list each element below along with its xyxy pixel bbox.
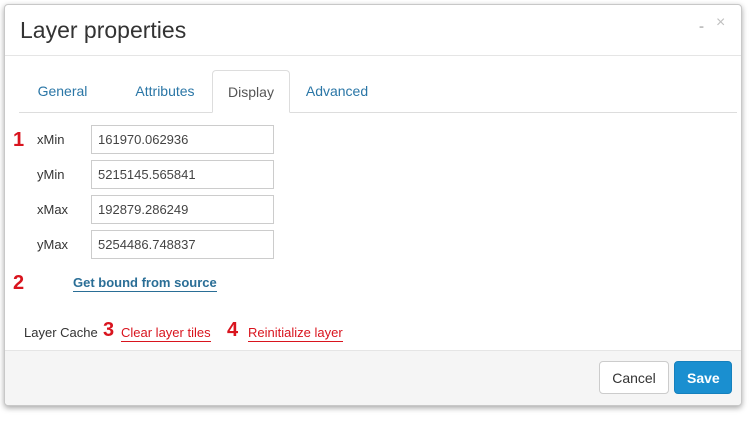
save-button[interactable]: Save bbox=[674, 361, 732, 394]
annotation-marker-4: 4 bbox=[227, 319, 239, 341]
ymax-label: yMax bbox=[37, 237, 69, 252]
ymin-input[interactable] bbox=[91, 160, 274, 189]
annotation-marker-1: 1 bbox=[13, 129, 25, 151]
dialog-header: Layer properties - × bbox=[5, 5, 741, 56]
xmin-label: xMin bbox=[37, 132, 65, 147]
layer-cache-label: Layer Cache bbox=[24, 325, 98, 340]
minimize-icon[interactable]: - bbox=[699, 19, 704, 35]
annotation-marker-2: 2 bbox=[13, 272, 25, 294]
tab-general[interactable]: General bbox=[19, 70, 106, 111]
cancel-button[interactable]: Cancel bbox=[599, 361, 669, 394]
xmax-label: xMax bbox=[37, 202, 69, 217]
tab-bar: General Attributes Display Advanced bbox=[19, 70, 737, 113]
xmin-input[interactable] bbox=[91, 125, 274, 154]
ymax-input[interactable] bbox=[91, 230, 274, 259]
tab-display[interactable]: Display bbox=[212, 70, 290, 113]
get-bound-from-source-link[interactable]: Get bound from source bbox=[73, 275, 217, 292]
clear-layer-tiles-link[interactable]: Clear layer tiles bbox=[121, 325, 211, 342]
layer-properties-dialog: Layer properties - × General Attributes … bbox=[4, 4, 742, 406]
reinitialize-layer-link[interactable]: Reinitialize layer bbox=[248, 325, 343, 342]
ymin-label: yMin bbox=[37, 167, 65, 182]
tab-advanced[interactable]: Advanced bbox=[292, 70, 382, 111]
xmax-input[interactable] bbox=[91, 195, 274, 224]
annotation-marker-3: 3 bbox=[103, 319, 115, 341]
dialog-title: Layer properties bbox=[20, 17, 187, 43]
tab-attributes[interactable]: Attributes bbox=[109, 70, 221, 111]
close-icon[interactable]: × bbox=[716, 15, 725, 31]
dialog-footer: Cancel Save bbox=[5, 350, 741, 405]
